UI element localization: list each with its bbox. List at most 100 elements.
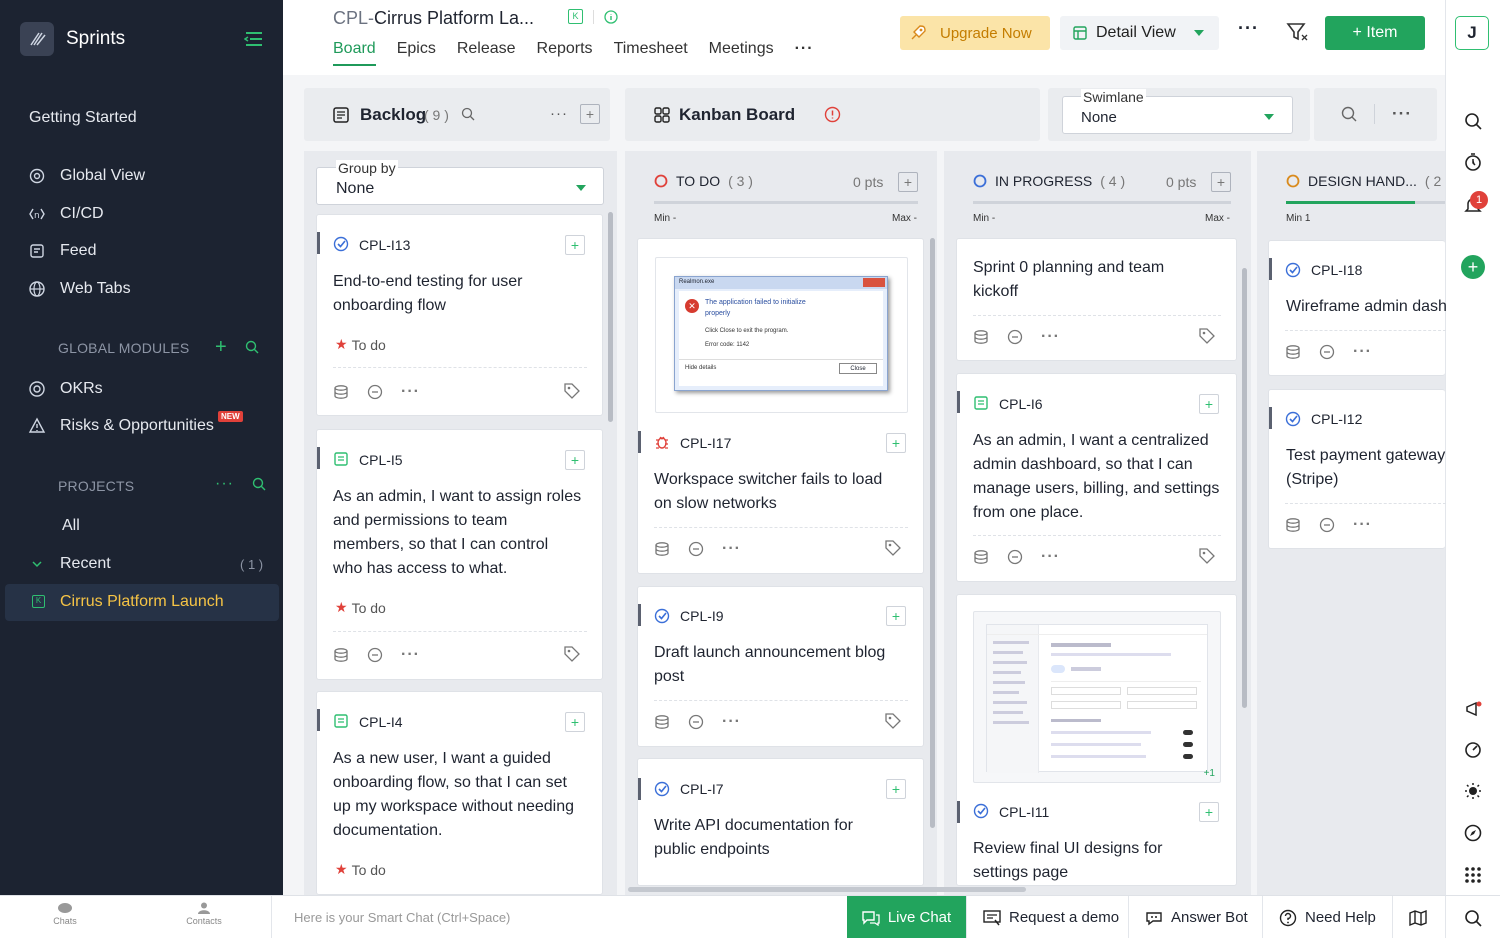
card-more-icon[interactable]: ···: [401, 646, 420, 664]
kanban-alert-icon[interactable]: [824, 106, 841, 123]
filter-icon[interactable]: [1286, 22, 1308, 42]
live-chat-button[interactable]: Live Chat: [847, 896, 966, 938]
tag-icon[interactable]: [1198, 547, 1215, 564]
tab-meetings[interactable]: Meetings: [709, 40, 774, 66]
request-demo-button[interactable]: Request a demo: [966, 896, 1135, 938]
card-status[interactable]: ★ To do: [335, 861, 386, 878]
card-title[interactable]: Write API documentation for public endpoi…: [654, 814, 853, 862]
answer-bot-button[interactable]: Answer Bot: [1128, 896, 1264, 938]
getting-started-link[interactable]: Getting Started: [29, 109, 137, 127]
tab-board[interactable]: Board: [333, 40, 376, 66]
card-title[interactable]: Workspace switcher fails to load on slow …: [654, 468, 882, 516]
card-more-icon[interactable]: ···: [1353, 516, 1372, 534]
card-id[interactable]: CPL-I18: [1311, 262, 1362, 278]
column-header-in-progress[interactable]: IN PROGRESS ( 4 ): [973, 173, 1125, 189]
card-title[interactable]: Test payment gateway (Stripe): [1286, 444, 1446, 492]
card-id[interactable]: CPL-I4: [359, 714, 403, 730]
theme-sun-icon[interactable]: [1464, 782, 1482, 800]
card-status[interactable]: ★ To do: [335, 336, 386, 353]
contacts-button[interactable]: Contacts: [179, 902, 229, 926]
card-id[interactable]: CPL-I17: [680, 435, 731, 451]
collapse-menu-icon[interactable]: [244, 30, 264, 48]
card-id[interactable]: CPL-I9: [680, 608, 724, 624]
more-attachments-count[interactable]: +1: [1204, 768, 1215, 779]
db-icon[interactable]: [1285, 344, 1301, 360]
card-id[interactable]: CPL-I6: [999, 396, 1043, 412]
kanban-card[interactable]: CPL-I6 + As an admin, I want a centraliz…: [956, 373, 1237, 582]
comment-icon[interactable]: [1319, 517, 1335, 533]
kanban-card[interactable]: CPL-I7 + Write API documentation for publ…: [637, 758, 924, 886]
sidebar-item-feed[interactable]: Feed: [28, 242, 96, 260]
sidebar-item-global-view[interactable]: Global View: [28, 167, 145, 185]
in-progress-scrollbar[interactable]: [1242, 268, 1247, 708]
backlog-add-icon[interactable]: +: [580, 104, 600, 124]
add-item-button[interactable]: + Item: [1325, 16, 1425, 50]
backlog-more-icon[interactable]: ···: [550, 105, 568, 122]
backlog-card[interactable]: CPL-I13 + End-to-end testing for user onb…: [316, 214, 603, 416]
upgrade-button[interactable]: Upgrade Now: [900, 16, 1050, 50]
sidebar-item-cicd[interactable]: n CI/CD: [28, 205, 104, 223]
comment-icon[interactable]: [688, 541, 704, 557]
backlog-card[interactable]: CPL-I5 + As an admin, I want to assign r…: [316, 429, 603, 680]
project-key-badge-icon[interactable]: K: [568, 9, 583, 24]
rail-add-icon[interactable]: +: [1461, 255, 1485, 279]
announcement-icon[interactable]: [1464, 700, 1482, 718]
timer-icon[interactable]: [1464, 153, 1482, 171]
need-help-button[interactable]: Need Help: [1262, 896, 1392, 938]
projects-more-icon[interactable]: ···: [215, 476, 234, 492]
tab-reports[interactable]: Reports: [537, 40, 593, 66]
card-id[interactable]: CPL-I5: [359, 452, 403, 468]
kanban-card[interactable]: CPL-I12 Test payment gateway (Stripe) ···: [1268, 389, 1446, 549]
backlog-card[interactable]: CPL-I4 + As a new user, I want a guided o…: [316, 691, 603, 895]
card-add-icon[interactable]: +: [886, 779, 906, 799]
kanban-card[interactable]: CPL-I9 + Draft launch announcement blog p…: [637, 586, 924, 747]
kanban-card[interactable]: +1 CPL-I11 + Review final UI designs for…: [956, 594, 1237, 886]
card-title[interactable]: As a new user, I want a guided onboarding…: [333, 747, 574, 843]
card-add-icon[interactable]: +: [886, 606, 906, 626]
board-search-icon[interactable]: [1341, 106, 1357, 122]
card-title[interactable]: Review final UI designs for settings page: [973, 837, 1162, 885]
sidebar-item-risks[interactable]: Risks & Opportunities: [28, 417, 214, 435]
sidebar-item-web-tabs[interactable]: Web Tabs: [28, 280, 131, 298]
project-title[interactable]: CPL-Cirrus Platform La...: [333, 8, 534, 29]
comment-icon[interactable]: [1007, 329, 1023, 345]
card-more-icon[interactable]: ···: [722, 713, 741, 731]
card-title[interactable]: Draft launch announcement blog post: [654, 641, 885, 689]
column-header-todo[interactable]: TO DO ( 3 ): [654, 173, 753, 189]
comment-icon[interactable]: [1319, 344, 1335, 360]
view-selector[interactable]: Detail View: [1060, 16, 1219, 50]
db-icon[interactable]: [973, 549, 989, 565]
tab-timesheet[interactable]: Timesheet: [614, 40, 688, 66]
board-horizontal-scrollbar[interactable]: [628, 887, 1026, 892]
card-title[interactable]: As an admin, I want to assign roles and p…: [333, 485, 581, 581]
card-attachment-thumbnail[interactable]: Realmon.exe ✕ The application failed to …: [655, 257, 908, 413]
tag-icon[interactable]: [884, 539, 901, 556]
card-title[interactable]: As an admin, I want a centralized admin d…: [973, 429, 1219, 525]
card-add-icon[interactable]: +: [886, 433, 906, 453]
tab-epics[interactable]: Epics: [397, 40, 436, 66]
card-id[interactable]: CPL-I12: [1311, 411, 1362, 427]
card-add-icon[interactable]: +: [565, 235, 585, 255]
comment-icon[interactable]: [1007, 549, 1023, 565]
gauge-icon[interactable]: [1464, 741, 1482, 759]
smart-chat-input[interactable]: Here is your Smart Chat (Ctrl+Space): [294, 910, 510, 925]
group-by-select[interactable]: Group by None: [316, 160, 604, 205]
tag-icon[interactable]: [1198, 327, 1215, 344]
card-id[interactable]: CPL-I11: [999, 804, 1049, 820]
more-options-icon[interactable]: ···: [1238, 19, 1259, 37]
search-modules-icon[interactable]: [245, 340, 259, 354]
map-button[interactable]: [1392, 896, 1445, 938]
card-status[interactable]: ★ To do: [335, 599, 386, 616]
db-icon[interactable]: [654, 714, 670, 730]
bottom-search-button[interactable]: [1445, 896, 1500, 938]
avatar[interactable]: J: [1455, 16, 1489, 50]
swimlane-select[interactable]: Swimlane None: [1062, 89, 1293, 134]
card-more-icon[interactable]: ···: [722, 540, 741, 558]
sidebar-item-okrs[interactable]: OKRs: [28, 380, 103, 398]
card-add-icon[interactable]: +: [565, 450, 585, 470]
project-info-icon[interactable]: [604, 9, 618, 24]
card-more-icon[interactable]: ···: [401, 383, 420, 401]
card-id[interactable]: CPL-I7: [680, 781, 724, 797]
column-header-design-handoff[interactable]: DESIGN HAND... ( 2: [1286, 173, 1441, 189]
card-more-icon[interactable]: ···: [1041, 328, 1060, 346]
